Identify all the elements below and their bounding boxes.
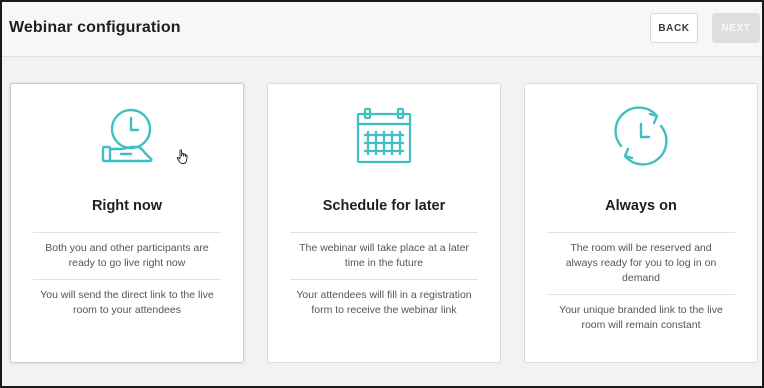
header-bar: Webinar configuration BACK NEXT xyxy=(2,2,762,57)
option-description: Both you and other participants are read… xyxy=(45,242,209,269)
option-description: You will send the direct link to the liv… xyxy=(40,289,214,316)
option-title: Right now xyxy=(91,198,163,214)
clock-hand-icon xyxy=(101,108,153,163)
divider xyxy=(290,279,478,280)
option-description: The webinar will take place at a later t… xyxy=(299,242,469,269)
clock-cycle-icon xyxy=(614,106,668,166)
option-card-schedule-for-later[interactable]: Schedule for later The webinar will take… xyxy=(267,83,501,363)
option-description: Your unique branded link to the live roo… xyxy=(559,304,723,331)
divider xyxy=(547,294,735,295)
divider xyxy=(33,232,221,233)
page-title: Webinar configuration xyxy=(9,19,181,36)
option-description: Your attendees will fill in a registrati… xyxy=(296,289,472,316)
option-description: The room will be reserved and always rea… xyxy=(565,242,717,284)
calendar-icon xyxy=(356,107,412,164)
option-title: Schedule for later xyxy=(322,198,446,214)
option-card-right-now[interactable]: Right now Both you and other participant… xyxy=(10,83,244,363)
divider xyxy=(33,279,221,280)
window-frame: Webinar configuration BACK NEXT Right no… xyxy=(0,0,764,388)
back-button[interactable]: BACK xyxy=(650,13,698,43)
divider xyxy=(290,232,478,233)
option-card-always-on[interactable]: Always on The room will be reserved and … xyxy=(524,83,758,363)
divider xyxy=(547,232,735,233)
option-title: Always on xyxy=(605,198,677,214)
next-button[interactable]: NEXT xyxy=(712,13,760,43)
hand-cursor-icon xyxy=(176,149,188,164)
